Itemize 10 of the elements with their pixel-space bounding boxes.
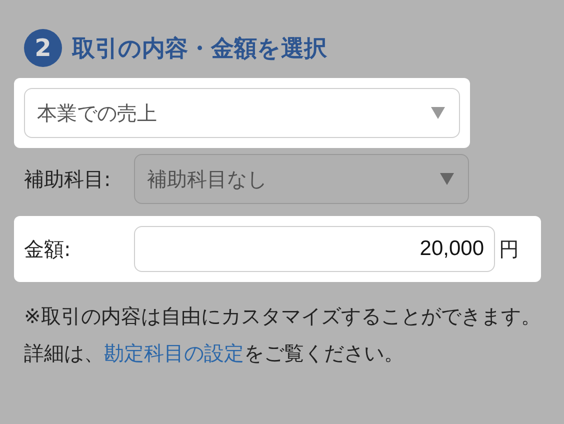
dropdown-caret-icon xyxy=(431,107,445,119)
sub-account-label: 補助科目: xyxy=(24,166,112,192)
amount-label: 金額: xyxy=(24,236,72,262)
currency-unit: 円 xyxy=(499,236,519,262)
dropdown-caret-icon xyxy=(440,173,454,185)
step-number-badge: 2 xyxy=(24,29,62,67)
transaction-select[interactable]: 本業での売上 xyxy=(24,88,460,138)
section-title: 取引の内容・金額を選択 xyxy=(72,34,327,64)
amount-input[interactable]: 20,000 xyxy=(134,226,495,272)
help-note: ※取引の内容は自由にカスタマイズすることができます。詳細は、勘定科目の設定をご覧ください。 xyxy=(24,303,542,367)
